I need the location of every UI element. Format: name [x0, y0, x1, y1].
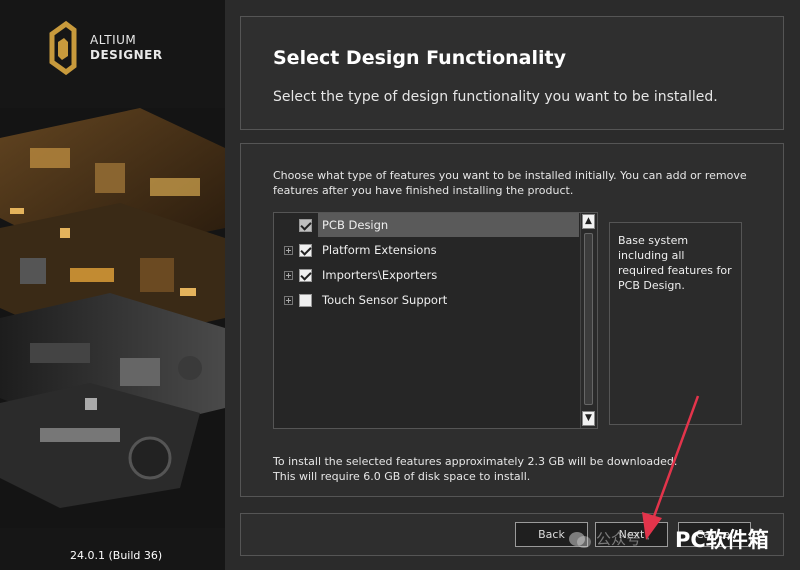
feature-checkbox-pcb-design[interactable] [299, 218, 312, 232]
feature-item-touch-sensor-support[interactable]: Touch Sensor Support [274, 288, 579, 312]
expand-plus-icon[interactable] [284, 270, 293, 280]
version-label: 24.0.1 (Build 36) [70, 549, 163, 562]
brand-panel: ALTIUM DESIGNER 24.0.1 (Build 36) [0, 0, 225, 570]
content-panel: Choose what type of features you want to… [240, 143, 784, 497]
feature-checkbox-touch-sensor-support[interactable] [299, 293, 312, 307]
pcb-exploded-illustration [0, 108, 225, 528]
feature-tree-scrollbar[interactable]: ▲ ▼ [580, 213, 597, 428]
back-button[interactable]: Back [515, 522, 588, 547]
download-size-note: To install the selected features approxi… [273, 454, 677, 484]
feature-item-pcb-design[interactable]: PCB Design [274, 213, 579, 237]
download-line1: To install the selected features approxi… [273, 455, 678, 468]
altium-logo: ALTIUM DESIGNER [48, 20, 163, 76]
next-button[interactable]: Next [595, 522, 668, 547]
header-panel: Select Design Functionality Select the t… [240, 16, 784, 130]
feature-label: Importers\Exporters [322, 268, 438, 282]
logo-line2: DESIGNER [90, 48, 163, 62]
feature-label: Touch Sensor Support [322, 293, 448, 307]
footer-panel: Back Next Cancel [240, 513, 784, 556]
feature-checkbox-platform-extensions[interactable] [299, 243, 312, 257]
altium-logo-icon [49, 20, 77, 76]
features-description: Choose what type of features you want to… [273, 169, 747, 197]
expand-plus-icon[interactable] [284, 245, 293, 255]
page-title: Select Design Functionality [273, 47, 566, 69]
logo-line1: ALTIUM [90, 33, 137, 47]
feature-item-platform-extensions[interactable]: Platform Extensions [274, 238, 579, 262]
expand-plus-icon[interactable] [284, 295, 293, 305]
scroll-up-chevron-icon[interactable]: ▲ [582, 214, 595, 229]
feature-checkbox-importers-exporters[interactable] [299, 268, 312, 282]
feature-label: PCB Design [318, 213, 579, 237]
scroll-down-chevron-icon[interactable]: ▼ [582, 411, 595, 426]
feature-item-importers-exporters[interactable]: Importers\Exporters [274, 263, 579, 287]
page-subtitle: Select the type of design functionality … [273, 89, 718, 105]
download-line2: This will require 6.0 GB of disk space t… [273, 470, 531, 483]
cancel-button[interactable]: Cancel [678, 522, 751, 547]
feature-tree[interactable]: PCB Design Platform Extensions Importers… [273, 212, 598, 429]
feature-label: Platform Extensions [322, 243, 437, 257]
scrollbar-thumb[interactable] [584, 233, 593, 405]
feature-info-box: Base system including all required featu… [609, 222, 742, 425]
